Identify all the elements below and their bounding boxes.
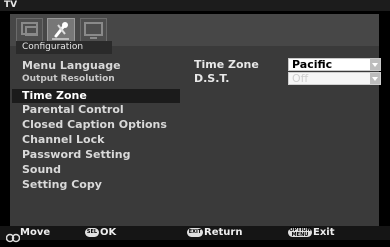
picture-icon [21, 22, 38, 36]
return-hint: Return [204, 227, 243, 238]
dst-dropdown[interactable]: Off [288, 72, 381, 85]
time-zone-label: Time Zone [194, 58, 259, 71]
dst-label: D.S.T. [194, 72, 230, 85]
menu-item-closed-caption-options[interactable]: Closed Caption Options [22, 118, 167, 131]
dpad-icon [5, 228, 21, 247]
tab-display[interactable] [80, 18, 107, 43]
dropdown-arrow-icon[interactable] [370, 59, 380, 70]
menu-item-channel-lock[interactable]: Channel Lock [22, 133, 104, 146]
option-menu-button-icon: OPTION MENU [288, 227, 312, 238]
menu-item-password-setting[interactable]: Password Setting [22, 148, 131, 161]
tv-menu-screen: TV Configuration Menu Language Output Re… [0, 0, 390, 243]
menu-item-setting-copy[interactable]: Setting Copy [22, 178, 102, 191]
menu-item-menu-language[interactable]: Menu Language [22, 59, 121, 72]
monitor-icon [84, 22, 103, 39]
menu-item-time-zone[interactable]: Time Zone [22, 89, 87, 102]
tab-setup[interactable] [47, 18, 75, 43]
menu-item-sound[interactable]: Sound [22, 163, 61, 176]
ok-hint: OK [100, 227, 117, 238]
wrench-screwdriver-icon [52, 22, 69, 40]
exit-hint: Exit [313, 227, 335, 238]
footer-bar: Move SEL OK EXIT Return OPTION MENU Exit [0, 226, 390, 243]
time-zone-value: Pacific [292, 58, 333, 71]
title-bar: TV [0, 0, 390, 11]
time-zone-dropdown[interactable]: Pacific [288, 58, 381, 71]
sel-button-icon: SEL [85, 228, 99, 237]
menu-item-output-resolution[interactable]: Output Resolution [22, 73, 115, 86]
exit-button-icon: EXIT [187, 228, 203, 237]
window-title: TV [4, 0, 18, 10]
dst-value: Off [292, 72, 309, 85]
section-header: Configuration [16, 41, 112, 54]
tab-picture[interactable] [16, 18, 43, 43]
dropdown-arrow-icon[interactable] [370, 73, 380, 84]
menu-item-parental-control[interactable]: Parental Control [22, 103, 124, 116]
move-hint: Move [20, 227, 51, 238]
